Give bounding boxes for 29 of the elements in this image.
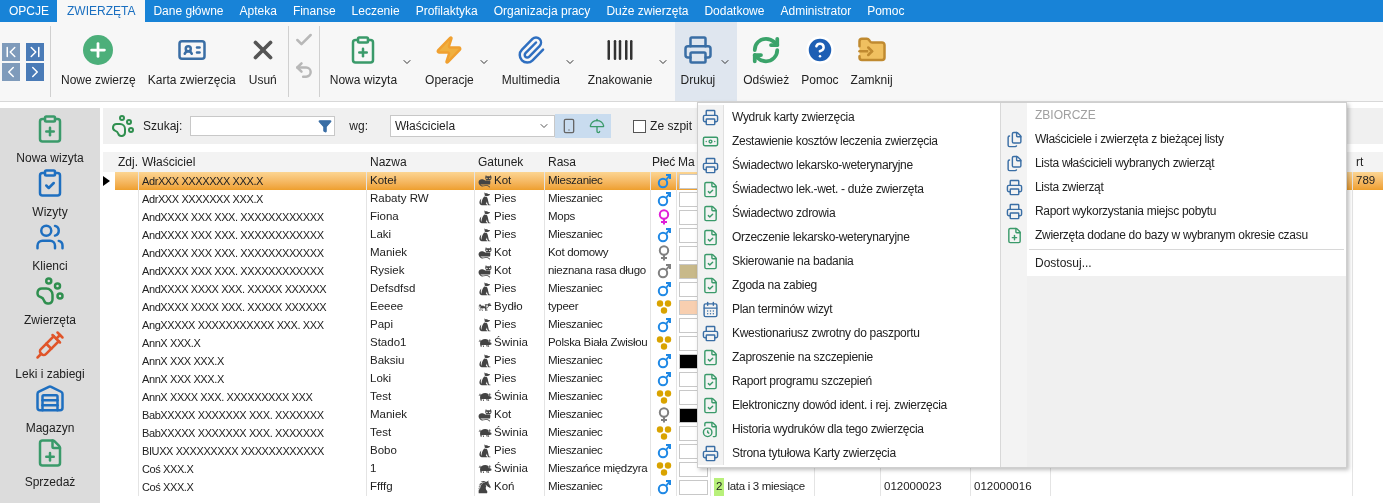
table-cell-text: Pies xyxy=(494,209,517,225)
table-cell: Coś XXX.X xyxy=(139,478,367,496)
table-cell-text: Pies xyxy=(494,191,517,207)
search-by-label: wg: xyxy=(349,118,369,135)
search-label: Szukaj: xyxy=(143,118,183,135)
table-cell-text: lata i 3 miesiące xyxy=(727,479,805,495)
table-cell-text: Świnia xyxy=(494,389,528,405)
table-cell-text: Pies xyxy=(494,281,517,297)
table-cell-text: Pies xyxy=(494,371,517,387)
table-cell-text: 789 xyxy=(1356,173,1376,189)
table-cell-text: 012000023 xyxy=(884,479,942,495)
table-cell: Mieszaniec xyxy=(545,478,651,496)
table-cell: Ffffg xyxy=(367,478,475,496)
table-cell-text: Pies xyxy=(494,353,517,369)
table-cell-text: Pies xyxy=(494,227,517,243)
table-cell-text: Świnia xyxy=(494,425,528,441)
table-cell-text: Świnia xyxy=(494,461,528,477)
table-cell-text: Pies xyxy=(494,317,517,333)
table-cell-text: Bydło xyxy=(494,299,523,315)
age-years: 2 xyxy=(714,478,725,496)
table-cell-text: Koń xyxy=(494,479,515,495)
table-cell-text: Pies xyxy=(494,443,517,459)
table-cell-text: Kot xyxy=(494,245,512,261)
table-cell-text: Kot xyxy=(494,407,512,423)
table-cell-text: Kot xyxy=(494,263,512,279)
table-cell-text: 012000016 xyxy=(974,479,1032,495)
table-cell-text: Świnia xyxy=(494,335,528,351)
table-cell-text: Kot xyxy=(494,173,512,189)
menu-group-title: ZBIORCZE xyxy=(1034,107,1097,124)
